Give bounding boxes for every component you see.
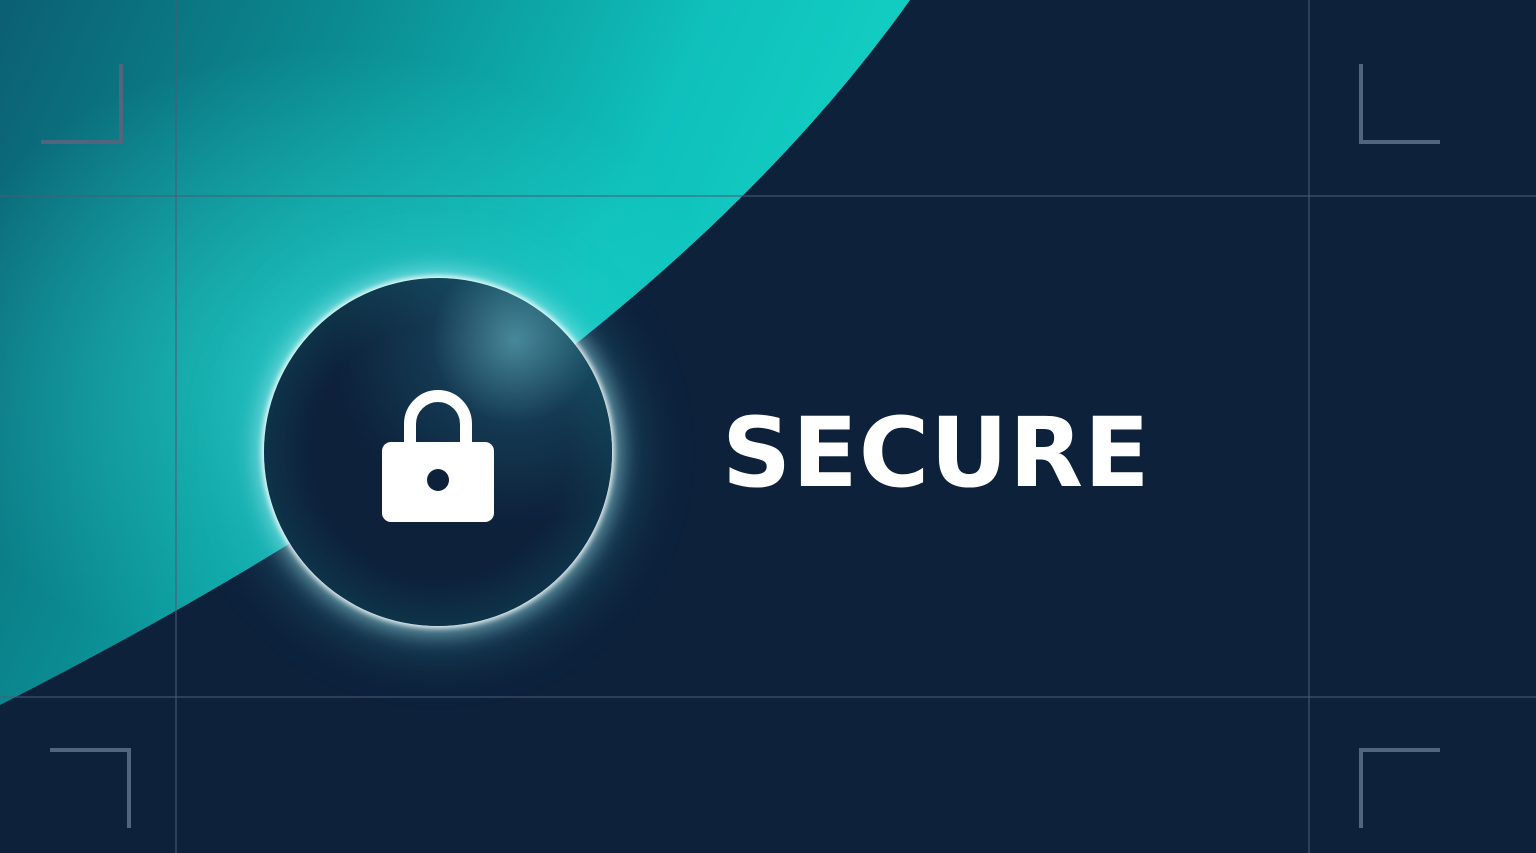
padlock-icon (382, 390, 494, 522)
corner-bracket-bottom-left (50, 748, 131, 828)
corner-bracket-top-right (1359, 64, 1440, 144)
corner-bracket-bottom-right (1359, 748, 1440, 828)
hero-banner: SECURE (0, 0, 1536, 853)
banner-title: SECURE (722, 397, 1151, 509)
